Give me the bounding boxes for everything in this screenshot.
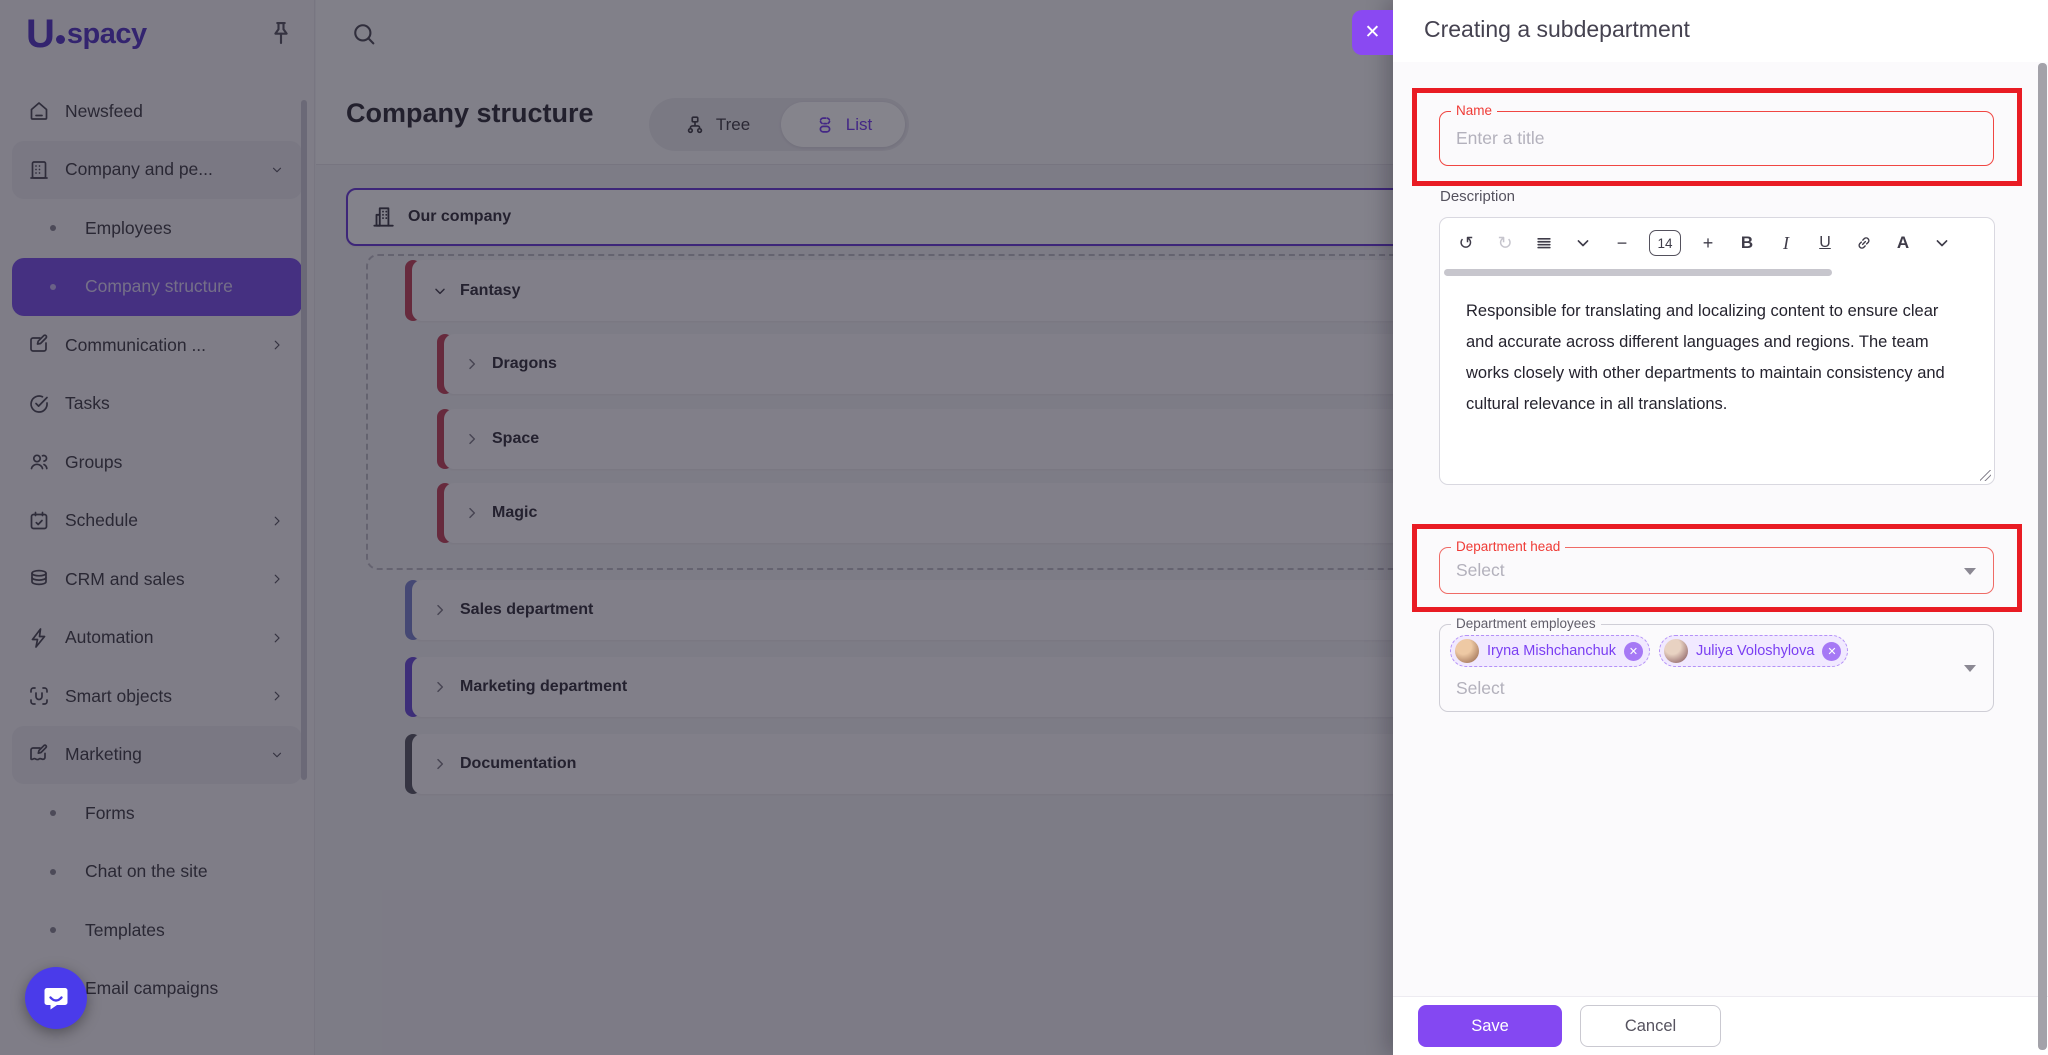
remove-employee-icon[interactable]: ✕ [1623, 641, 1643, 661]
department-employees-placeholder: Select [1456, 678, 1505, 698]
redo-icon[interactable]: ↻ [1493, 230, 1517, 256]
avatar [1455, 639, 1479, 663]
description-editor: ↺ ↻ −14 + B I U A Responsible for translating a… [1439, 217, 1995, 485]
avatar [1663, 639, 1688, 663]
remove-employee-icon[interactable]: ✕ [1822, 641, 1842, 661]
resize-handle-icon[interactable] [1980, 470, 1991, 481]
align-justify-icon[interactable] [1532, 230, 1556, 256]
name-input[interactable] [1456, 112, 1956, 165]
panel-title: Creating a subdepartment [1424, 16, 1690, 42]
create-subdepartment-panel: ✕ Creating a subdepartment Name Descript… [1352, 0, 2048, 1055]
description-label: Description [1440, 188, 1516, 205]
panel-scrollbar[interactable] [2038, 63, 2047, 1050]
chat-bubble-icon [44, 988, 68, 1010]
department-head-select[interactable]: Department head Select [1439, 539, 1994, 594]
employee-chip-name: Iryna Mishchanchuk [1487, 643, 1616, 659]
dropdown-arrow-icon[interactable] [1964, 665, 1976, 672]
font-decrease-button[interactable]: − [1610, 230, 1634, 256]
dropdown-arrow-icon[interactable] [1964, 568, 1976, 575]
underline-button[interactable]: U [1813, 230, 1837, 256]
bold-button[interactable]: B [1735, 230, 1759, 256]
font-increase-button[interactable]: + [1696, 230, 1720, 256]
modal-overlay[interactable] [0, 0, 1393, 1055]
save-button[interactable]: Save [1418, 1005, 1562, 1047]
employee-chip[interactable]: Iryna Mishchanchuk ✕ [1450, 635, 1650, 667]
name-field[interactable]: Name [1439, 103, 1994, 166]
link-icon[interactable] [1852, 230, 1876, 256]
department-head-label: Department head [1451, 539, 1566, 554]
panel-header: Creating a subdepartment [1393, 0, 2048, 62]
chevron-down-icon[interactable] [1930, 230, 1954, 256]
cancel-button[interactable]: Cancel [1580, 1005, 1721, 1047]
italic-button[interactable]: I [1774, 230, 1798, 256]
close-icon: ✕ [1364, 22, 1381, 43]
text-color-button[interactable]: A [1891, 230, 1915, 256]
panel-footer: Save Cancel [1393, 996, 2048, 1055]
chevron-down-icon[interactable] [1571, 230, 1595, 256]
rich-text-toolbar: ↺ ↻ −14 + B I U A [1440, 218, 1994, 268]
employee-chip-name: Juliya Voloshylova [1695, 643, 1815, 659]
undo-icon[interactable]: ↺ [1454, 230, 1478, 256]
department-employees-select[interactable]: Department employees Iryna Mishchanchuk ✕… [1439, 616, 1994, 712]
chat-widget-button[interactable] [25, 967, 87, 1029]
close-panel-button[interactable]: ✕ [1352, 10, 1393, 55]
toolbar-scrollbar[interactable] [1444, 269, 1832, 276]
font-size-value[interactable]: 14 [1649, 230, 1681, 256]
employee-chip[interactable]: Juliya Voloshylova ✕ [1658, 635, 1849, 667]
department-employees-label: Department employees [1451, 616, 1601, 631]
department-head-placeholder: Select [1456, 560, 1505, 580]
selected-employees: Iryna Mishchanchuk ✕ Juliya Voloshylova ✕ [1450, 635, 1849, 667]
description-textarea[interactable]: Responsible for translating and localizi… [1440, 280, 1994, 484]
